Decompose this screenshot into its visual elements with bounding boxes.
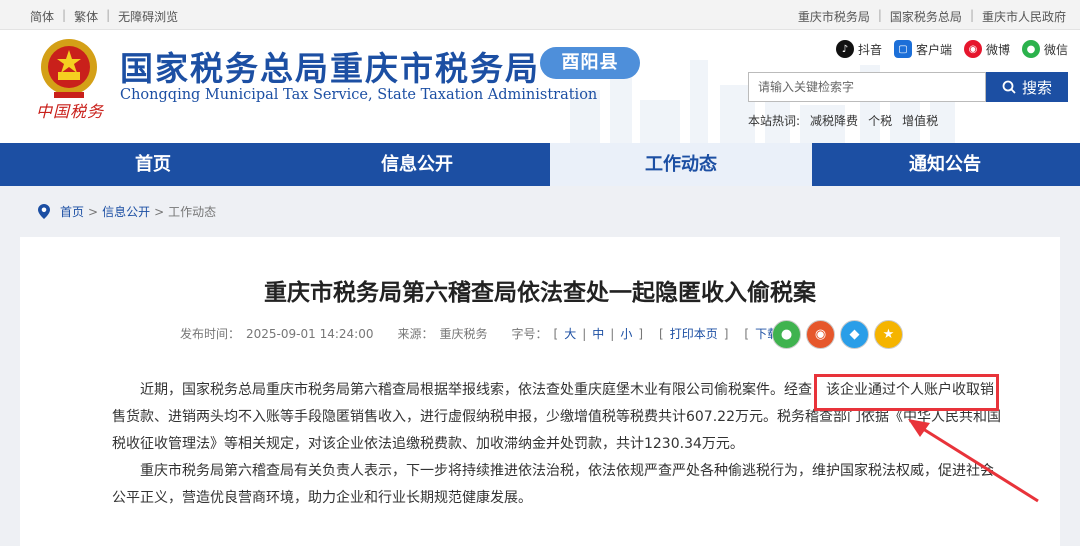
breadcrumb-info[interactable]: 信息公开 <box>102 203 150 220</box>
county-badge: 酉阳县 <box>540 47 640 79</box>
source-label: 来源： <box>397 327 434 341</box>
main-nav: 首页 信息公开 工作动态 通知公告 <box>0 143 1080 186</box>
breadcrumb-separator: > <box>88 204 99 219</box>
article-meta: 发布时间： 2025-09-01 14:24:00 来源： 重庆税务 字号： [ 大 |… <box>180 325 790 342</box>
social-label: 微信 <box>1043 42 1068 57</box>
bracket: [ <box>744 326 750 341</box>
font-size-label: 字号： <box>511 327 548 341</box>
national-emblem-icon <box>41 39 97 98</box>
font-size-medium[interactable]: 中 <box>592 325 604 342</box>
divider: | <box>62 8 67 22</box>
font-size-large[interactable]: 大 <box>564 325 576 342</box>
simplified-link[interactable]: 简体 <box>30 8 54 25</box>
share-buttons: ● ◉ ◆ ★ <box>772 320 903 349</box>
language-links: 简体 | 繁体 | 无障碍浏览 <box>30 8 178 25</box>
bracket: [ <box>659 326 664 341</box>
article-title: 重庆市税务局第六稽查局依法查处一起隐匿收入偷税案 <box>264 280 816 306</box>
annotation-arrow-icon <box>908 419 1039 503</box>
top-utility-bar: 简体 | 繁体 | 无障碍浏览 重庆市税务局 | 国家税务总局 | 重庆市人民政… <box>0 0 1080 30</box>
share-wechat-icon[interactable]: ● <box>772 320 801 349</box>
bracket: ] <box>723 326 729 341</box>
search-button-label: 搜索 <box>1021 78 1052 97</box>
font-size-small[interactable]: 小 <box>620 325 632 342</box>
social-wechat[interactable]: ● 微信 <box>1021 40 1068 58</box>
search-button[interactable]: 搜索 <box>986 72 1068 102</box>
site-title[interactable]: 国家税务总局重庆市税务局 <box>120 42 540 90</box>
breadcrumb-separator: > <box>154 204 165 219</box>
article-card: 重庆市税务局第六稽查局依法查处一起隐匿收入偷税案 发布时间： 2025-09-01… <box>20 237 1060 546</box>
social-douyin[interactable]: ♪ 抖音 <box>835 40 882 58</box>
social-label: 客户端 <box>915 42 952 57</box>
source-value: 重庆税务 <box>439 327 488 341</box>
hot-words: 本站热词: 减税降费 个税 增值税 <box>748 112 938 129</box>
publish-label: 发布时间： <box>180 327 241 341</box>
emblem-calligraphy: 中国税务 <box>36 102 105 121</box>
social-weibo[interactable]: ◉ 微博 <box>963 40 1010 58</box>
hot-word[interactable]: 个税 <box>868 112 892 129</box>
site-subtitle: Chongqing Municipal Tax Service, State T… <box>120 87 598 103</box>
article-paragraph-2: 重庆市税务局第六稽查局有关负责人表示，下一步将持续推进依法治税，依法依规严查严处… <box>112 463 994 506</box>
breadcrumb-current: 工作动态 <box>168 205 217 219</box>
bracket: ] <box>638 326 644 341</box>
divider: | <box>969 8 974 22</box>
douyin-icon: ♪ <box>835 40 854 58</box>
hot-word[interactable]: 减税降费 <box>810 112 858 129</box>
bracket: [ <box>553 326 559 341</box>
nav-tab-home[interactable]: 首页 <box>22 143 284 186</box>
related-sites: 重庆市税务局 | 国家税务总局 | 重庆市人民政府 <box>798 8 1066 25</box>
breadcrumb: 首页 > 信息公开 > 工作动态 <box>38 203 216 220</box>
bracket: | <box>582 326 587 341</box>
publish-time: 2025-09-01 14:24:00 <box>246 326 374 341</box>
site-header: 中国税务 国家税务总局重庆市税务局 Chongqing Municipal Ta… <box>0 30 1080 143</box>
social-client[interactable]: ▢ 客户端 <box>893 40 952 58</box>
social-label: 微博 <box>985 42 1010 57</box>
search-input[interactable] <box>748 72 986 102</box>
site-link-sta[interactable]: 国家税务总局 <box>890 8 962 25</box>
divider: | <box>877 8 882 22</box>
nav-tab-notices[interactable]: 通知公告 <box>814 143 1076 186</box>
search-box: 搜索 <box>748 72 1068 102</box>
accessibility-link[interactable]: 无障碍浏览 <box>118 8 178 25</box>
share-weibo-icon[interactable]: ◉ <box>806 320 835 349</box>
client-app-icon: ▢ <box>893 40 912 58</box>
location-pin-icon <box>38 204 50 219</box>
share-favorite-icon[interactable]: ★ <box>874 320 903 349</box>
print-link[interactable]: 打印本页 <box>670 325 718 342</box>
weibo-icon: ◉ <box>963 40 982 58</box>
site-link-chongqing-gov[interactable]: 重庆市人民政府 <box>982 8 1066 25</box>
hot-words-label: 本站热词: <box>748 114 801 128</box>
divider: | <box>106 8 111 22</box>
breadcrumb-home[interactable]: 首页 <box>60 203 84 220</box>
highlight-annotation-box <box>814 374 999 411</box>
social-label: 抖音 <box>857 42 882 57</box>
hot-word[interactable]: 增值税 <box>902 112 938 129</box>
social-links: ♪ 抖音 ▢ 客户端 ◉ 微博 ● 微信 <box>835 40 1068 58</box>
nav-tab-info-disclosure[interactable]: 信息公开 <box>286 143 548 186</box>
share-qq-icon[interactable]: ◆ <box>840 320 869 349</box>
site-link-chongqing-tax[interactable]: 重庆市税务局 <box>798 8 870 25</box>
traditional-link[interactable]: 繁体 <box>74 8 98 25</box>
bracket: | <box>610 326 615 341</box>
nav-tab-work-news[interactable]: 工作动态 <box>550 143 812 186</box>
search-icon <box>1002 80 1016 94</box>
wechat-icon: ● <box>1021 40 1040 58</box>
